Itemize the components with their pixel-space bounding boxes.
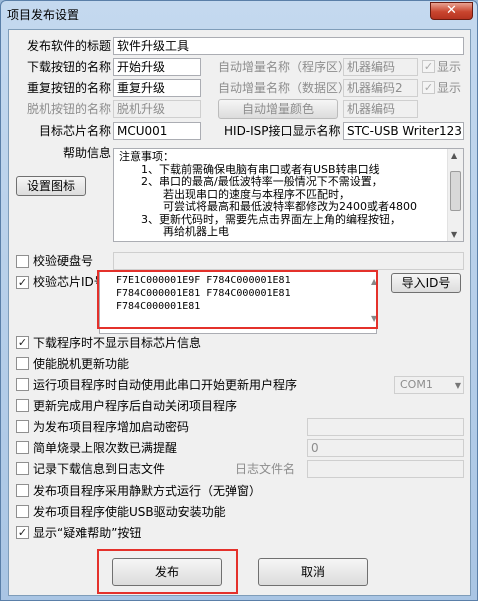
show-data-checkbox[interactable]: ✓	[422, 81, 435, 94]
cancel-button[interactable]: 取消	[258, 558, 368, 586]
retry-label: 重复按钮的名称	[27, 81, 112, 95]
import-id-button[interactable]: 导入ID号	[391, 273, 461, 293]
log-file-label: 日志文件名	[235, 462, 296, 476]
option-checkbox[interactable]	[16, 505, 29, 518]
publish-highlight-frame	[97, 549, 238, 594]
verify-chip-id-label: 校验芯片ID号	[33, 275, 106, 289]
hid-name-label: HID-ISP接口显示名称	[224, 124, 341, 138]
auto-inc-data-input[interactable]: 机器编码2	[343, 79, 418, 97]
help-text: 注意事项： 1、下载前需确保电脑有串口或者有USB转串口线 2、串口的最高/最低…	[119, 150, 445, 239]
retry-button-name-input[interactable]: 重复升级	[113, 79, 201, 97]
option-label: 记录下载信息到日志文件	[33, 462, 166, 476]
option-checkbox[interactable]: ✓	[16, 526, 29, 539]
title-label: 发布软件的标题	[27, 39, 112, 53]
chip-name-input[interactable]: MCU001	[113, 122, 201, 140]
help-info-label: 帮助信息	[63, 146, 112, 160]
offline-button-name-input[interactable]: 脱机升级	[113, 100, 201, 118]
option-label: 使能脱机更新功能	[33, 357, 130, 371]
option-checkbox[interactable]: ✓	[16, 336, 29, 349]
option-label: 显示“疑难帮助”按钮	[33, 526, 142, 540]
option-label: 发布项目程序采用静默方式运行（无弹窗）	[33, 484, 262, 498]
startup-password-input[interactable]	[307, 418, 464, 436]
help-info-textarea[interactable]: 注意事项： 1、下载前需确保电脑有串口或者有USB转串口线 2、串口的最高/最低…	[113, 148, 464, 242]
show-data-label: 显示	[437, 81, 462, 95]
option-checkbox[interactable]	[16, 462, 29, 475]
set-icon-button[interactable]: 设置图标	[16, 176, 86, 196]
option-checkbox[interactable]	[16, 357, 29, 370]
scroll-down-icon[interactable]: ▼	[451, 230, 457, 239]
title-bar[interactable]: 项目发布设置 ✕	[1, 1, 477, 27]
scroll-up-icon[interactable]: ▲	[451, 151, 457, 160]
option-checkbox[interactable]	[16, 441, 29, 454]
project-publish-dialog: 项目发布设置 ✕ 发布软件的标题 软件升级工具 下载按钮的名称 开始升级 自动增…	[0, 0, 478, 601]
limit-count-input[interactable]: 0	[307, 439, 464, 457]
com-port-value: COM1	[400, 378, 433, 391]
offline-label: 脱机按钮的名称	[27, 102, 112, 116]
chip-id-highlight-frame	[97, 270, 378, 329]
option-label: 下载程序时不显示目标芯片信息	[33, 336, 202, 350]
option-label: 更新完成用户程序后自动关闭项目程序	[33, 399, 238, 413]
dialog-body: 发布软件的标题 软件升级工具 下载按钮的名称 开始升级 自动增量名称（程序区） …	[8, 29, 471, 596]
verify-disk-checkbox[interactable]	[16, 255, 29, 268]
close-icon[interactable]: ✕	[430, 2, 473, 20]
help-line: 2、串口的最高/最低波特率一般情况下不需设置，	[141, 175, 383, 188]
show-prog-checkbox[interactable]: ✓	[422, 60, 435, 73]
disk-id-input[interactable]	[113, 252, 464, 270]
window-title: 项目发布设置	[7, 8, 80, 22]
verify-chip-id-checkbox[interactable]: ✓	[16, 276, 29, 289]
download-label: 下载按钮的名称	[27, 60, 112, 74]
auto-inc-color-input[interactable]: 机器编码	[343, 100, 418, 118]
option-label: 简单烧录上限次数已满提醒	[33, 441, 178, 455]
log-file-input[interactable]	[307, 460, 464, 478]
auto-inc-prog-input[interactable]: 机器编码	[343, 58, 418, 76]
scroll-thumb[interactable]	[450, 171, 461, 211]
option-checkbox[interactable]	[16, 378, 29, 391]
option-label: 发布项目程序使能USB驱动安装功能	[33, 505, 226, 519]
hid-name-input[interactable]: STC-USB Writer123	[343, 122, 464, 140]
com-port-select[interactable]: COM1 ▼	[394, 376, 464, 394]
verify-disk-label: 校验硬盘号	[33, 254, 94, 268]
title-input[interactable]: 软件升级工具	[113, 37, 464, 55]
help-scrollbar[interactable]: ▲ ▼	[447, 149, 463, 241]
download-button-name-input[interactable]: 开始升级	[113, 58, 201, 76]
option-checkbox[interactable]	[16, 399, 29, 412]
help-line: 注意事项：	[119, 150, 174, 163]
auto-inc-color-button[interactable]: 自动增量颜色	[218, 99, 338, 119]
option-label: 为发布项目程序增加启动密码	[33, 420, 190, 434]
auto-inc-data-label: 自动增量名称（数据区）	[218, 81, 351, 95]
option-label: 运行项目程序时自动使用此串口开始更新用户程序	[33, 378, 298, 392]
auto-inc-prog-label: 自动增量名称（程序区）	[218, 60, 351, 74]
option-checkbox[interactable]	[16, 484, 29, 497]
help-line: 再给机器上电	[163, 225, 229, 238]
option-checkbox[interactable]	[16, 420, 29, 433]
help-line: 可尝试将最高和最低波特率都修改为2400或者4800	[163, 200, 417, 213]
chevron-down-icon[interactable]: ▼	[455, 378, 461, 394]
chip-name-label: 目标芯片名称	[39, 124, 112, 138]
show-prog-label: 显示	[437, 60, 462, 74]
